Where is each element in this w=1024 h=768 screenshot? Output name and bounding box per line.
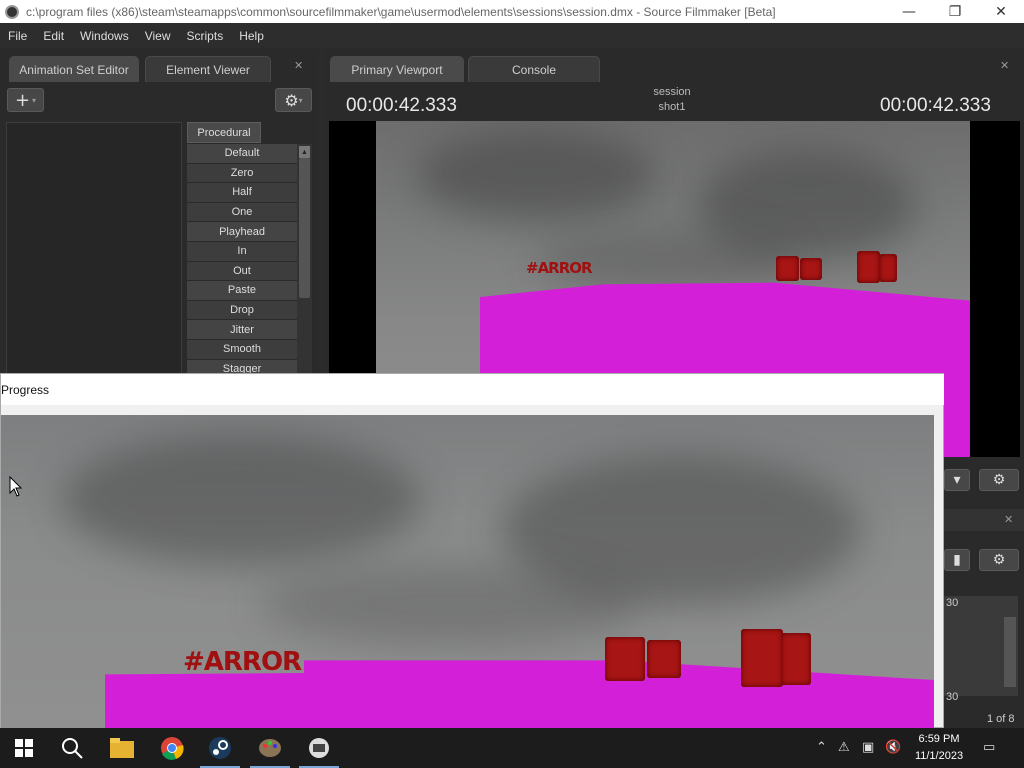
windows-logo-icon: [15, 739, 33, 757]
menu-bar: File Edit Windows View Scripts Help: [0, 23, 1024, 48]
progress-dialog-titlebar: Progress: [1, 374, 944, 405]
timeline-scrollbar[interactable]: [1004, 617, 1016, 687]
timecode-left: 00:00:42.333: [346, 95, 457, 116]
preset-smooth[interactable]: Smooth: [187, 339, 297, 360]
steam-icon[interactable]: [196, 728, 244, 768]
network-icon[interactable]: ▣: [862, 740, 874, 755]
animation-set-editor-panel: Animation Set Editor Element Viewer ✕ + ▾…: [0, 50, 318, 380]
progress-dialog: Progress #ARROR: [0, 373, 944, 729]
gear-icon[interactable]: ⚙: [979, 549, 1019, 571]
sfm-app-icon: [5, 4, 19, 19]
preset-zero[interactable]: Zero: [187, 163, 297, 184]
tab-element-viewer[interactable]: Element Viewer: [145, 56, 271, 82]
preset-in[interactable]: In: [187, 241, 297, 262]
chrome-icon[interactable]: [148, 728, 196, 768]
volume-muted-icon[interactable]: 🔇: [885, 740, 901, 755]
settings-button[interactable]: ⚙ ▾: [275, 88, 312, 112]
menu-view[interactable]: View: [137, 29, 179, 43]
tab-primary-viewport[interactable]: Primary Viewport: [330, 56, 464, 82]
preset-half[interactable]: Half: [187, 183, 297, 203]
window-titlebar: c:\program files (x86)\steam\steamapps\c…: [0, 0, 1024, 23]
sfm-taskbar-icon[interactable]: [295, 728, 343, 768]
session-name: session: [653, 86, 691, 98]
tab-console[interactable]: Console: [468, 56, 600, 82]
file-explorer-icon[interactable]: [98, 728, 146, 768]
clock-time: 6:59 PM: [918, 733, 960, 745]
dropdown-arrow-icon[interactable]: ▾: [944, 469, 970, 491]
notifications-icon[interactable]: ▭: [983, 740, 995, 755]
procedural-preset-list: Default Zero Half One Playhead In Out Pa…: [187, 144, 297, 380]
taskbar-clock[interactable]: 6:59 PM 11/1/2023: [906, 731, 972, 765]
dropdown-arrow-icon: ▾: [32, 95, 37, 105]
restore-icon[interactable]: ❐: [932, 0, 978, 23]
scroll-up-icon[interactable]: ▲: [299, 146, 310, 158]
progress-dialog-title: Progress: [1, 382, 50, 397]
ruler-mark: 30: [946, 597, 959, 609]
close-icon[interactable]: ✕: [978, 0, 1024, 23]
menu-scripts[interactable]: Scripts: [179, 29, 232, 43]
minimize-icon[interactable]: —: [886, 0, 932, 23]
preset-drop[interactable]: Drop: [187, 300, 297, 321]
menu-edit[interactable]: Edit: [35, 29, 72, 43]
timecode-right: 00:00:42.333: [880, 95, 991, 116]
preset-paste[interactable]: Paste: [187, 281, 297, 301]
menu-file[interactable]: File: [0, 29, 35, 43]
scroll-thumb[interactable]: [299, 158, 310, 298]
graffiti-sign: #ARROR: [526, 259, 593, 277]
preset-out[interactable]: Out: [187, 261, 297, 282]
timeline-panel-fragment: ▾ ⚙ ✕ ▮ ⚙ 30 30 1 of 8: [944, 457, 1024, 728]
tab-procedural[interactable]: Procedural: [187, 122, 261, 143]
progress-preview: #ARROR: [1, 415, 934, 729]
chevron-up-icon[interactable]: ⌃: [816, 740, 827, 755]
search-icon[interactable]: [48, 728, 96, 768]
graffiti-sign: #ARROR: [183, 647, 302, 677]
timeline-header: ✕: [944, 509, 1024, 531]
gear-icon[interactable]: ⚙: [979, 469, 1019, 491]
speaker-icon[interactable]: ▮: [944, 549, 970, 571]
preset-jitter[interactable]: Jitter: [187, 320, 297, 340]
tab-animation-set-editor[interactable]: Animation Set Editor: [9, 56, 139, 82]
paint-icon[interactable]: [246, 728, 294, 768]
animation-set-list[interactable]: [6, 122, 182, 380]
add-button[interactable]: + ▾: [7, 88, 44, 112]
preset-playhead[interactable]: Playhead: [187, 222, 297, 242]
preset-scrollbar[interactable]: ▲: [297, 144, 312, 380]
menu-help[interactable]: Help: [231, 29, 272, 43]
preset-default[interactable]: Default: [187, 144, 297, 164]
security-alert-icon[interactable]: ⚠: [838, 740, 850, 755]
preset-one[interactable]: One: [187, 202, 297, 223]
clock-date: 11/1/2023: [914, 750, 964, 762]
panel-close-icon[interactable]: ✕: [294, 59, 303, 72]
panel-close-icon[interactable]: ✕: [1004, 513, 1013, 526]
menu-windows[interactable]: Windows: [72, 29, 137, 43]
window-title: c:\program files (x86)\steam\steamapps\c…: [26, 4, 776, 19]
ruler-mark: 30: [946, 691, 959, 703]
add-label: +: [14, 89, 31, 111]
page-counter: 1 of 8: [987, 713, 1015, 725]
panel-close-icon[interactable]: ✕: [1000, 59, 1009, 72]
start-button[interactable]: [0, 728, 48, 768]
gear-icon: ⚙: [284, 90, 299, 110]
dropdown-arrow-icon: ▾: [298, 95, 303, 105]
shot-name: shot1: [658, 101, 686, 113]
mouse-cursor-icon: [9, 476, 23, 497]
